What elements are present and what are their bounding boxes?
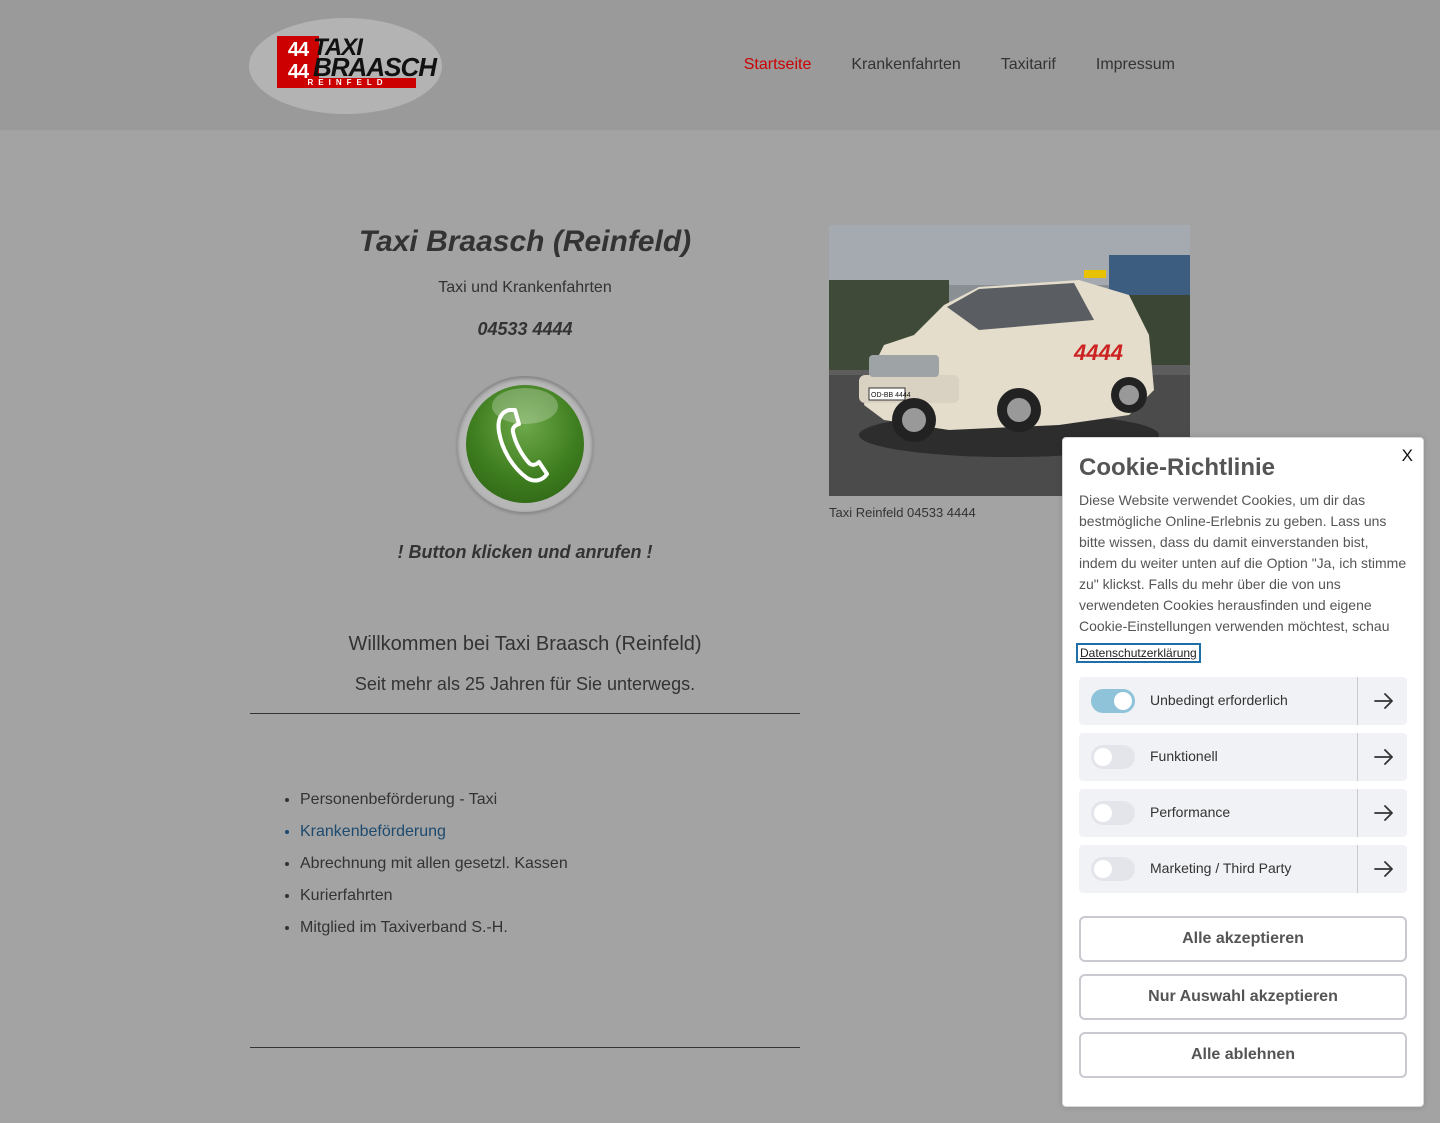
intro-section: Taxi Braasch (Reinfeld) Taxi und Kranken… — [250, 225, 800, 695]
nav-item-krankenfahrten[interactable]: Krankenfahrten — [851, 56, 960, 74]
cookie-category-necessary: Unbedingt erforderlich — [1079, 677, 1407, 725]
site-header: 44 44 TAXI BRAASCH REINFELD Startseite K… — [0, 0, 1440, 130]
toggle-knob — [1094, 748, 1112, 766]
main-nav: Startseite Krankenfahrten Taxitarif Impr… — [704, 56, 1175, 74]
page-title: Taxi Braasch (Reinfeld) — [358, 225, 692, 258]
category-separator — [1357, 733, 1358, 781]
krankenbefoerderung-link[interactable]: Krankenbeförderung — [300, 822, 568, 842]
list-item: Kurierfahrten — [300, 886, 568, 906]
category-label: Funktionell — [1150, 748, 1218, 764]
services-list: Personenbeförderung - Taxi Krankenbeförd… — [300, 790, 568, 950]
arrow-right-icon[interactable] — [1373, 803, 1395, 823]
since-text: Seit mehr als 25 Jahren für Sie unterweg… — [354, 674, 696, 694]
cookie-dialog: X Cookie-Richtlinie Diese Website verwen… — [1062, 437, 1424, 1107]
license-plate: OD-BB 4444 — [871, 392, 911, 399]
accept-selection-button[interactable]: Nur Auswahl akzeptieren — [1079, 974, 1407, 1020]
divider — [250, 713, 800, 714]
toggle-necessary[interactable] — [1091, 689, 1135, 713]
list-item: Abrechnung mit allen gesetzl. Kassen — [300, 854, 568, 874]
reject-all-button[interactable]: Alle ablehnen — [1079, 1032, 1407, 1078]
category-label: Marketing / Third Party — [1150, 860, 1292, 876]
toggle-knob — [1094, 860, 1112, 878]
car-number-decal: 4444 — [1073, 340, 1123, 365]
toggle-knob — [1094, 804, 1112, 822]
arrow-right-icon[interactable] — [1373, 691, 1395, 711]
toggle-knob — [1114, 692, 1132, 710]
category-separator — [1357, 845, 1358, 893]
phone-number: 04533 4444 — [477, 319, 573, 339]
call-button[interactable] — [457, 376, 593, 512]
category-separator — [1357, 789, 1358, 837]
page-subtitle: Taxi und Krankenfahrten — [438, 279, 612, 296]
arrow-right-icon[interactable] — [1373, 859, 1395, 879]
category-separator — [1357, 677, 1358, 725]
accept-all-button[interactable]: Alle akzeptieren — [1079, 916, 1407, 962]
nav-item-impressum[interactable]: Impressum — [1096, 56, 1175, 74]
cookie-category-marketing: Marketing / Third Party — [1079, 845, 1407, 893]
toggle-performance[interactable] — [1091, 801, 1135, 825]
list-item: Mitglied im Taxiverband S.-H. — [300, 918, 568, 938]
divider — [250, 1047, 800, 1048]
list-item: Personenbeförderung - Taxi — [300, 790, 568, 810]
cookie-category-functional: Funktionell — [1079, 733, 1407, 781]
privacy-policy-link[interactable]: Datenschutzerklärung — [1076, 643, 1201, 663]
site-logo[interactable]: 44 44 TAXI BRAASCH REINFELD — [249, 18, 442, 114]
cookie-description: Diese Website verwendet Cookies, um dir … — [1079, 492, 1407, 634]
cookie-title: Cookie-Richtlinie — [1079, 454, 1276, 481]
image-caption: Taxi Reinfeld 04533 4444 — [829, 505, 976, 520]
logo-subtitle: REINFELD — [279, 78, 416, 88]
category-label: Performance — [1150, 804, 1231, 820]
toggle-marketing[interactable] — [1091, 857, 1135, 881]
call-to-action: ! Button klicken und anrufen ! — [397, 542, 653, 562]
cookie-category-performance: Performance — [1079, 789, 1407, 837]
welcome-heading: Willkommen bei Taxi Braasch (Reinfeld) — [348, 633, 702, 655]
close-button[interactable]: X — [1402, 446, 1413, 466]
logo-mark: 44 44 TAXI BRAASCH REINFELD — [277, 34, 437, 88]
nav-item-taxitarif[interactable]: Taxitarif — [1001, 56, 1056, 74]
phone-handset-icon — [496, 408, 549, 483]
nav-item-startseite[interactable]: Startseite — [744, 56, 812, 74]
toggle-functional[interactable] — [1091, 745, 1135, 769]
category-label: Unbedingt erforderlich — [1150, 692, 1288, 708]
arrow-right-icon[interactable] — [1373, 747, 1395, 767]
